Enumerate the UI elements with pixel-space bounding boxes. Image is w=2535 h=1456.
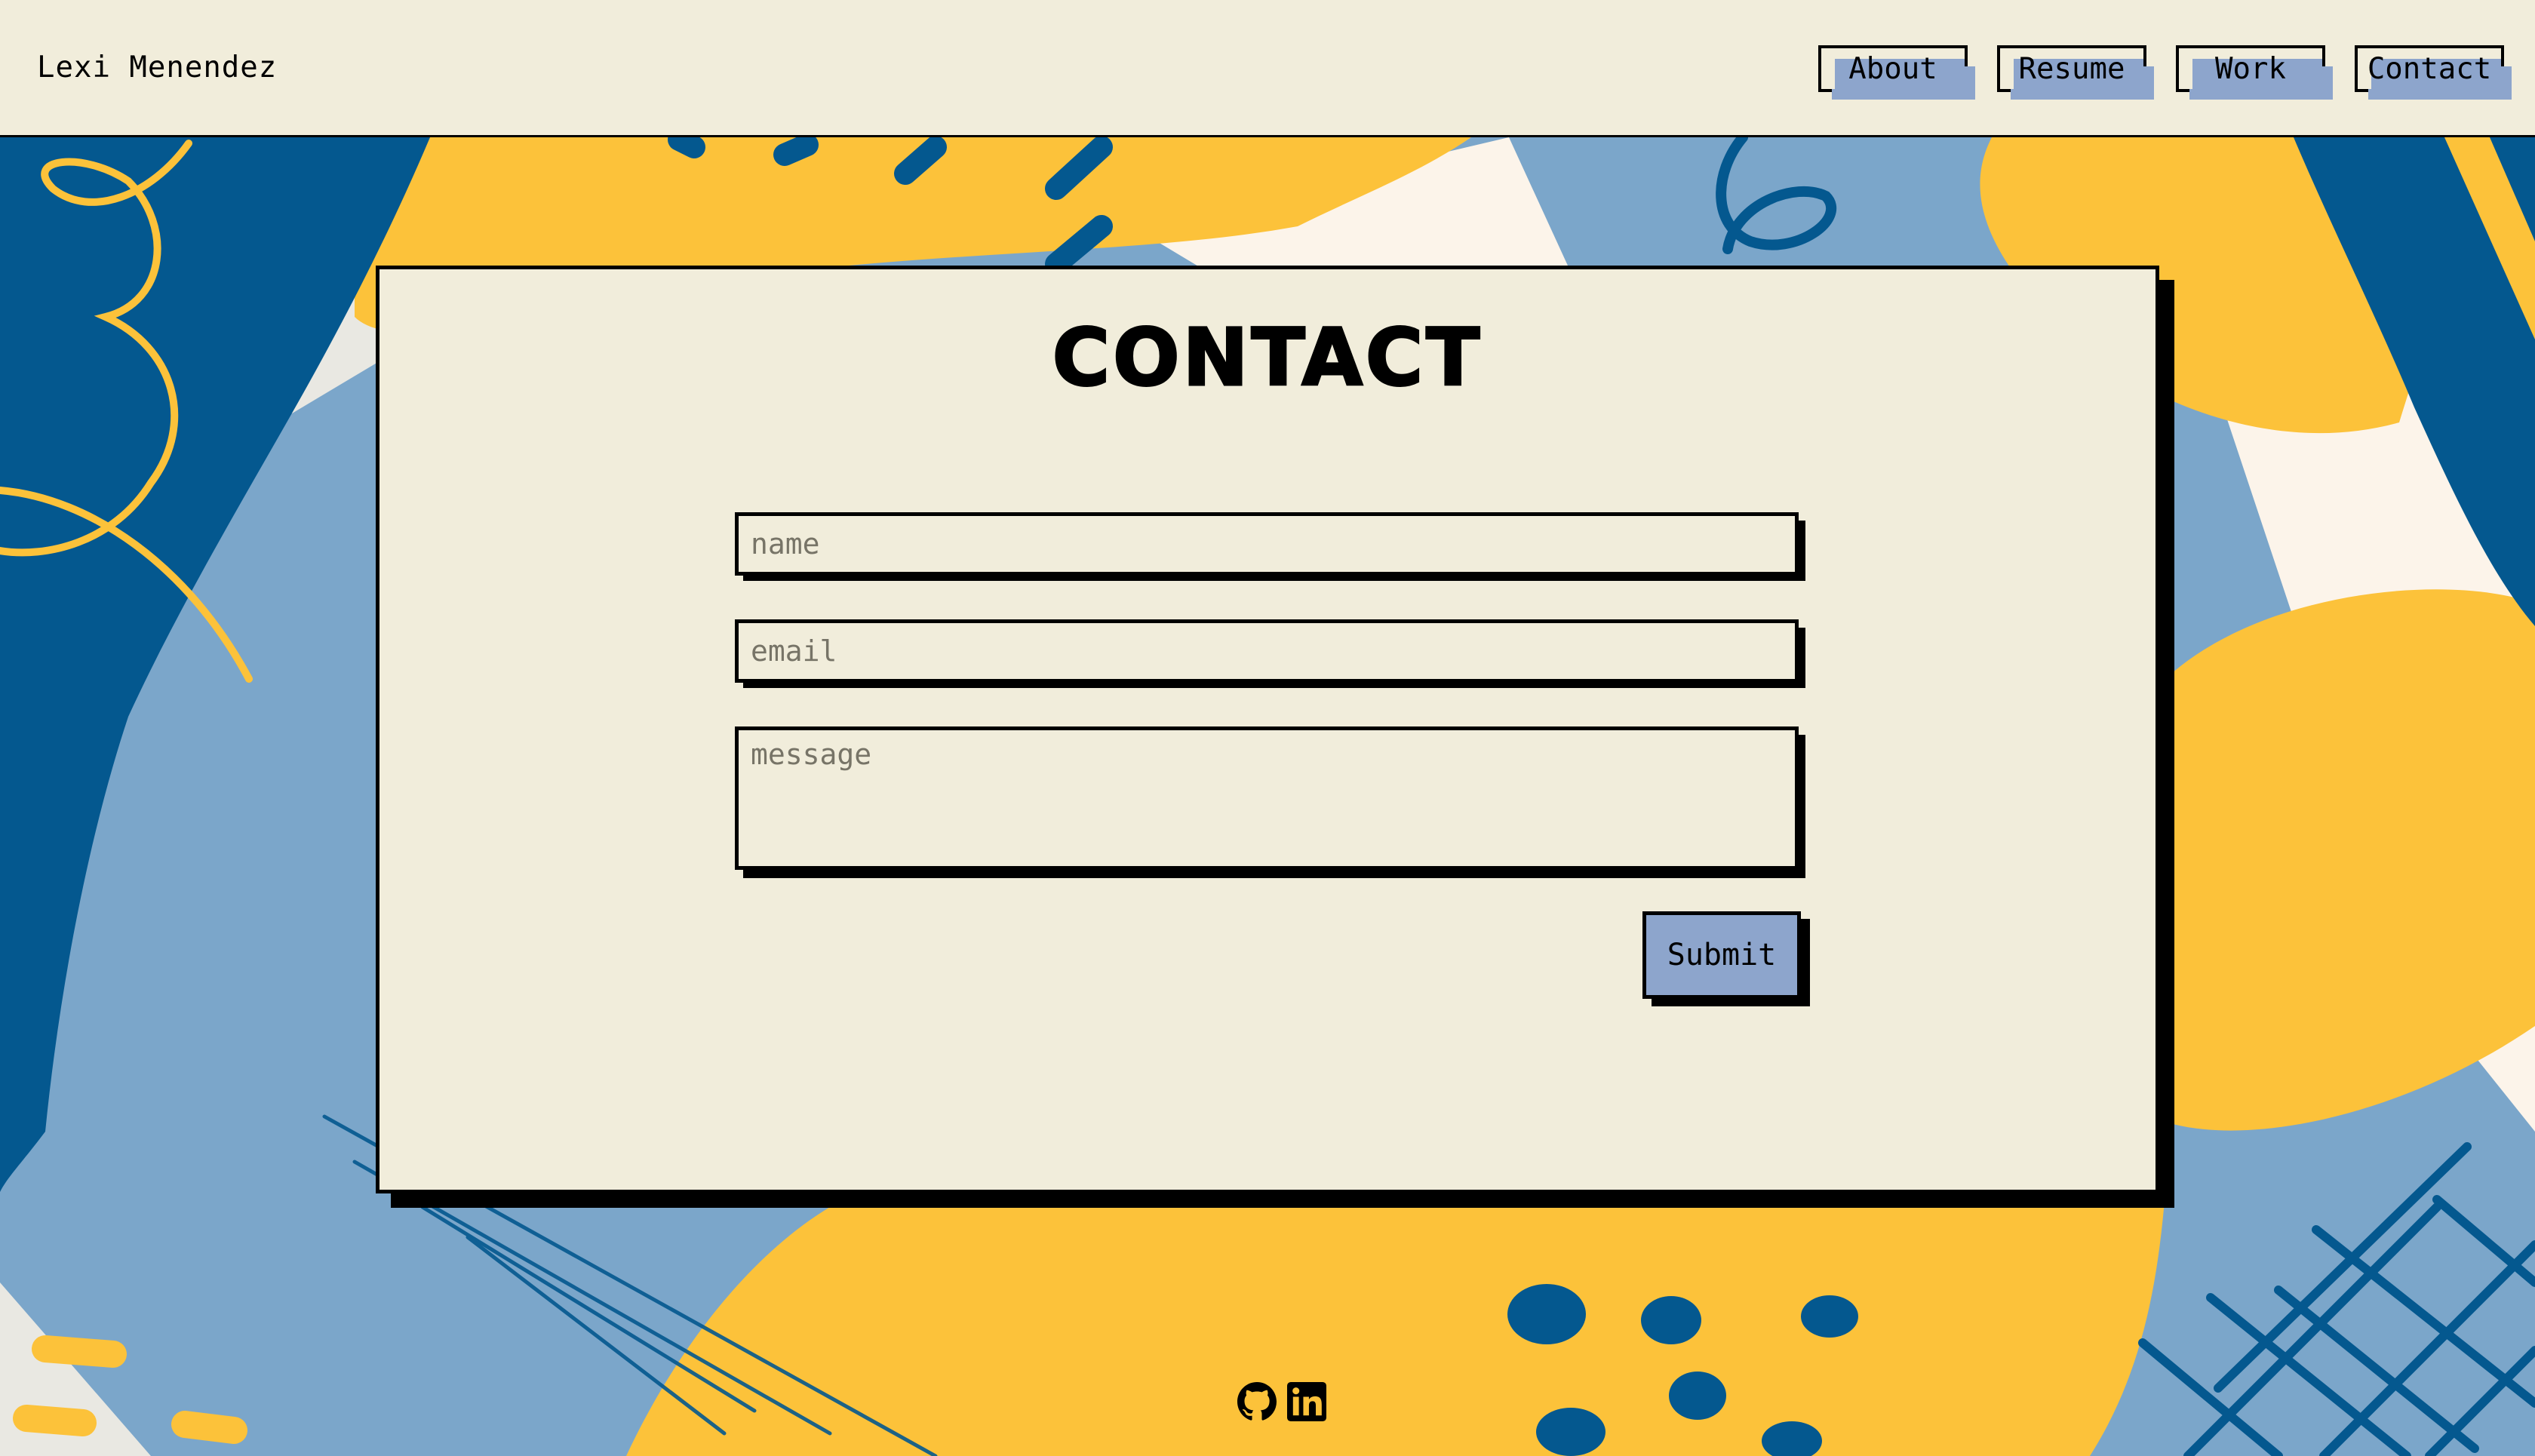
nav-about-button[interactable]: About	[1818, 45, 1975, 100]
github-icon[interactable]	[1237, 1382, 1277, 1421]
linkedin-icon[interactable]	[1287, 1382, 1326, 1421]
site-name[interactable]: Lexi Menendez	[37, 48, 277, 88]
email-input[interactable]	[735, 619, 1799, 683]
submit-button[interactable]: Submit	[1642, 911, 1801, 999]
site-header: Lexi Menendez About Resume Work Contact	[0, 0, 2535, 137]
nav-contact-button[interactable]: Contact	[2355, 45, 2512, 100]
nav-resume-button[interactable]: Resume	[1997, 45, 2154, 100]
name-input[interactable]	[735, 512, 1799, 576]
page-title: CONTACT	[1051, 312, 1483, 404]
message-textarea[interactable]	[735, 726, 1799, 870]
nav-work-button[interactable]: Work	[2176, 45, 2333, 100]
